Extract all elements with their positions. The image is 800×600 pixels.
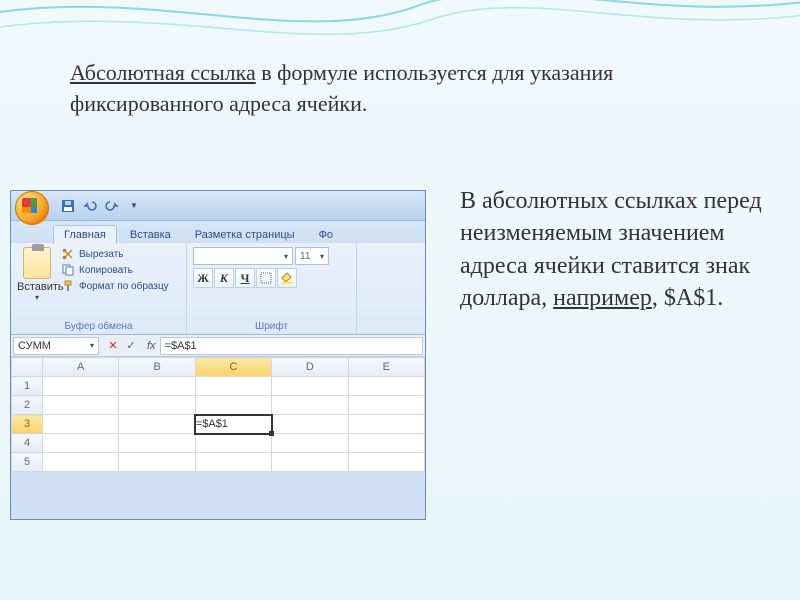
copy-icon — [61, 263, 75, 277]
undo-icon[interactable] — [81, 197, 99, 215]
col-header-d[interactable]: D — [272, 358, 348, 377]
cell[interactable] — [119, 453, 195, 472]
redo-icon[interactable] — [103, 197, 121, 215]
border-button[interactable] — [256, 268, 276, 288]
cell[interactable] — [348, 434, 424, 453]
group-clipboard: Вставить ▾ Вырезать Копировать — [11, 243, 187, 334]
group-font: ▾ 11▾ Ж К Ч Шри — [187, 243, 357, 334]
row-header-4[interactable]: 4 — [12, 434, 43, 453]
cell[interactable] — [119, 434, 195, 453]
cell[interactable] — [43, 415, 119, 434]
group-font-label: Шрифт — [193, 321, 350, 332]
format-painter-label: Формат по образцу — [79, 281, 169, 292]
font-size-value: 11 — [300, 251, 310, 262]
cell[interactable] — [195, 453, 271, 472]
row-header-1[interactable]: 1 — [12, 377, 43, 396]
cell[interactable] — [272, 377, 348, 396]
col-header-b[interactable]: B — [119, 358, 195, 377]
active-cell-c3[interactable]: =$A$1 — [195, 415, 271, 434]
copy-label: Копировать — [79, 265, 133, 276]
font-name-dropdown[interactable]: ▾ — [193, 247, 293, 265]
cell[interactable] — [195, 434, 271, 453]
fx-icon[interactable]: fx — [147, 340, 156, 352]
brush-icon — [61, 279, 75, 293]
chevron-down-icon: ▾ — [284, 252, 288, 261]
cell[interactable] — [348, 377, 424, 396]
cell[interactable] — [272, 396, 348, 415]
group-clipboard-label: Буфер обмена — [17, 321, 180, 332]
cell[interactable] — [348, 415, 424, 434]
chevron-down-icon: ▾ — [320, 252, 324, 261]
cell[interactable] — [272, 434, 348, 453]
cell[interactable] — [348, 396, 424, 415]
cell[interactable] — [195, 396, 271, 415]
excel-screenshot: ▼ Главная Вставка Разметка страницы Фо В… — [10, 190, 426, 520]
side-line-2: , $A$1. — [652, 285, 723, 311]
tab-page-layout[interactable]: Разметка страницы — [184, 225, 306, 244]
slide-heading: Абсолютная ссылка в формуле используется… — [70, 58, 710, 120]
tab-home[interactable]: Главная — [53, 225, 117, 244]
cell[interactable] — [43, 434, 119, 453]
cell[interactable] — [119, 396, 195, 415]
office-button[interactable] — [15, 191, 49, 225]
cell[interactable] — [43, 453, 119, 472]
side-paragraph: В абсолютных ссылках перед неизменяемым … — [460, 185, 780, 315]
copy-button[interactable]: Копировать — [61, 263, 169, 277]
quick-access-toolbar: ▼ — [11, 191, 425, 221]
cell[interactable] — [195, 377, 271, 396]
formula-enter-button[interactable]: ✓ — [123, 338, 139, 354]
term-absolute-reference: Абсолютная ссылка — [70, 60, 256, 85]
formula-cancel-button[interactable]: ✕ — [105, 338, 121, 354]
ribbon: Вставить ▾ Вырезать Копировать — [11, 243, 425, 335]
col-header-c[interactable]: C — [195, 358, 271, 377]
cell[interactable] — [119, 377, 195, 396]
cell[interactable] — [272, 415, 348, 434]
cut-label: Вырезать — [79, 249, 123, 260]
tab-insert[interactable]: Вставка — [119, 225, 182, 244]
select-all-corner[interactable] — [12, 358, 43, 377]
format-painter-button[interactable]: Формат по образцу — [61, 279, 169, 293]
cell[interactable] — [43, 377, 119, 396]
cut-button[interactable]: Вырезать — [61, 247, 169, 261]
bold-button[interactable]: Ж — [193, 268, 213, 288]
save-icon[interactable] — [59, 197, 77, 215]
scissors-icon — [61, 247, 75, 261]
side-example-word: например — [553, 285, 652, 311]
paste-button[interactable]: Вставить ▾ — [17, 247, 57, 302]
row-header-2[interactable]: 2 — [12, 396, 43, 415]
tab-formulas[interactable]: Фо — [308, 225, 344, 244]
fill-color-button[interactable] — [277, 268, 297, 288]
paste-label: Вставить — [17, 281, 57, 293]
name-box-value: СУММ — [18, 340, 51, 352]
formula-input[interactable]: =$A$1 — [160, 337, 423, 355]
cell[interactable] — [348, 453, 424, 472]
qat-dropdown-icon[interactable]: ▼ — [125, 197, 143, 215]
spreadsheet-grid: A B C D E 1 2 3 =$A$1 4 5 — [11, 357, 425, 472]
chevron-down-icon: ▾ — [90, 341, 94, 350]
col-header-a[interactable]: A — [43, 358, 119, 377]
col-header-e[interactable]: E — [348, 358, 424, 377]
ribbon-tabs: Главная Вставка Разметка страницы Фо — [11, 221, 425, 243]
italic-button[interactable]: К — [214, 268, 234, 288]
cell[interactable] — [272, 453, 348, 472]
cell[interactable] — [119, 415, 195, 434]
underline-button[interactable]: Ч — [235, 268, 255, 288]
formula-bar: СУММ ▾ ✕ ✓ fx =$A$1 — [11, 335, 425, 357]
font-size-dropdown[interactable]: 11 ▾ — [295, 247, 329, 265]
decorative-swirl — [0, 0, 800, 60]
row-header-5[interactable]: 5 — [12, 453, 43, 472]
clipboard-icon — [23, 247, 51, 279]
row-header-3[interactable]: 3 — [12, 415, 43, 434]
chevron-down-icon: ▾ — [17, 293, 57, 302]
formula-value: =$A$1 — [165, 340, 197, 352]
cell[interactable] — [43, 396, 119, 415]
name-box[interactable]: СУММ ▾ — [13, 337, 99, 355]
